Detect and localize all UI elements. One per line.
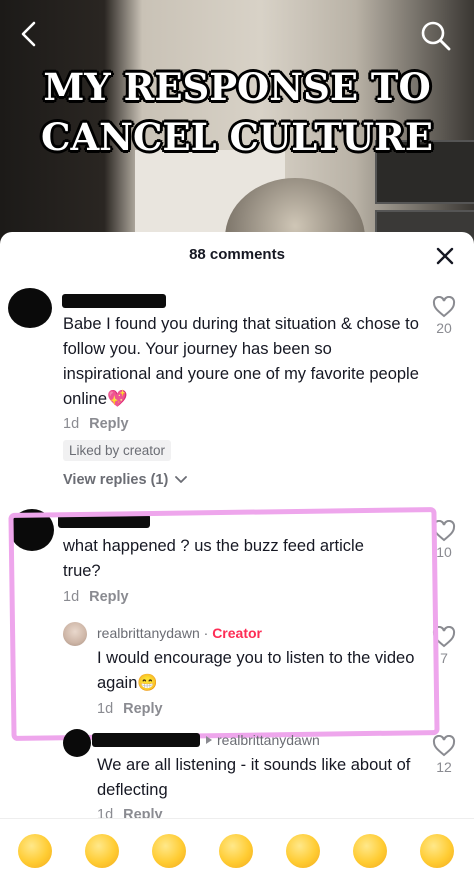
- username-redacted: [58, 514, 150, 528]
- reply-to-username[interactable]: realbrittanydawn: [217, 732, 320, 748]
- emoji-smirk-icon[interactable]: 😏: [286, 834, 320, 868]
- heart-icon: [432, 296, 456, 318]
- reply-text: I would encourage you to listen to the v…: [97, 649, 415, 692]
- creator-label: Creator: [212, 625, 262, 641]
- heart-icon: [432, 520, 456, 542]
- search-button[interactable]: [420, 20, 452, 52]
- reply-separator: ·: [203, 625, 209, 641]
- view-replies-button[interactable]: View replies (1): [63, 472, 188, 488]
- headline-line-2: CANCEL CULTURE: [41, 115, 433, 159]
- heart-icon: [432, 735, 456, 757]
- username-redacted: [62, 294, 166, 308]
- avatar-redacted[interactable]: [63, 729, 91, 757]
- comment-text: what happened ? us the buzz feed article…: [63, 537, 364, 580]
- username-redacted: [92, 733, 200, 747]
- reply-button[interactable]: Reply: [89, 416, 129, 432]
- emoji-laugh-cry-glyph: 😂: [154, 837, 184, 864]
- reply-button[interactable]: Reply: [123, 701, 163, 717]
- reply-button[interactable]: Reply: [89, 589, 129, 605]
- headline-line-1: MY RESPONSE TO: [43, 65, 431, 109]
- like-button[interactable]: 12: [429, 735, 459, 775]
- avatar-redacted[interactable]: [8, 288, 52, 328]
- avatar-redacted[interactable]: [10, 509, 54, 551]
- like-button[interactable]: 7: [429, 626, 459, 666]
- comment-meta: 1d Reply: [63, 589, 129, 605]
- emoji-flushed-icon[interactable]: 😳: [219, 834, 253, 868]
- back-button[interactable]: [16, 20, 44, 48]
- video-headline: MY RESPONSE TO CANCEL CULTURE: [0, 62, 474, 162]
- emoji-smirk-glyph: 😏: [288, 837, 318, 864]
- emoji-flushed-glyph: 😳: [221, 837, 251, 864]
- like-button[interactable]: 20: [429, 296, 459, 336]
- comments-count-title: 88 comments: [189, 246, 285, 263]
- emoji-hearts-glyph: 🥰: [87, 837, 117, 864]
- like-count: 20: [436, 320, 452, 336]
- emoji-laugh-cry-icon[interactable]: 😂: [152, 834, 186, 868]
- emoji-sweat-smile-icon[interactable]: 😅: [353, 834, 387, 868]
- reply-time: 1d: [97, 701, 114, 717]
- comments-sheet: 88 comments Babe I found you during that…: [0, 232, 474, 885]
- comment-meta: 1d Reply: [63, 416, 129, 432]
- reply-meta: 1d Reply: [97, 701, 163, 717]
- emoji-hearts-icon[interactable]: 🥰: [85, 834, 119, 868]
- comment-text: Babe I found you during that situation &…: [63, 315, 419, 408]
- reply-username-line: realbrittanydawn · Creator: [97, 625, 262, 641]
- close-button[interactable]: [434, 245, 456, 267]
- chevron-down-icon: [175, 476, 188, 483]
- emoji-grin-glyph: 😁: [20, 837, 50, 864]
- like-count: 7: [440, 650, 448, 666]
- like-count: 10: [436, 544, 452, 560]
- view-replies-label: View replies (1): [63, 472, 169, 488]
- emoji-pleading-glyph: 🥺: [422, 837, 452, 864]
- like-button[interactable]: 10: [429, 520, 459, 560]
- heart-icon: [432, 626, 456, 648]
- comment-text: We are all listening - it sounds like ab…: [97, 756, 411, 799]
- search-icon: [421, 21, 451, 51]
- emoji-bar: 😁 🥰 😂 😳 😏 😅 🥺: [0, 818, 474, 886]
- creator-avatar[interactable]: [63, 622, 87, 646]
- comment-time: 1d: [63, 589, 80, 605]
- reply-to-line: realbrittanydawn: [205, 732, 320, 748]
- close-icon: [436, 247, 454, 265]
- liked-by-creator-badge: Liked by creator: [63, 440, 172, 461]
- emoji-sweat-smile-glyph: 😅: [355, 837, 385, 864]
- emoji-pleading-icon[interactable]: 🥺: [420, 834, 454, 868]
- comment-time: 1d: [63, 416, 80, 432]
- emoji-grin-icon[interactable]: 😁: [18, 834, 52, 868]
- chevron-left-icon: [21, 21, 36, 47]
- reply-arrow-icon: [206, 736, 212, 744]
- like-count: 12: [436, 759, 452, 775]
- reply-username[interactable]: realbrittanydawn: [97, 625, 200, 641]
